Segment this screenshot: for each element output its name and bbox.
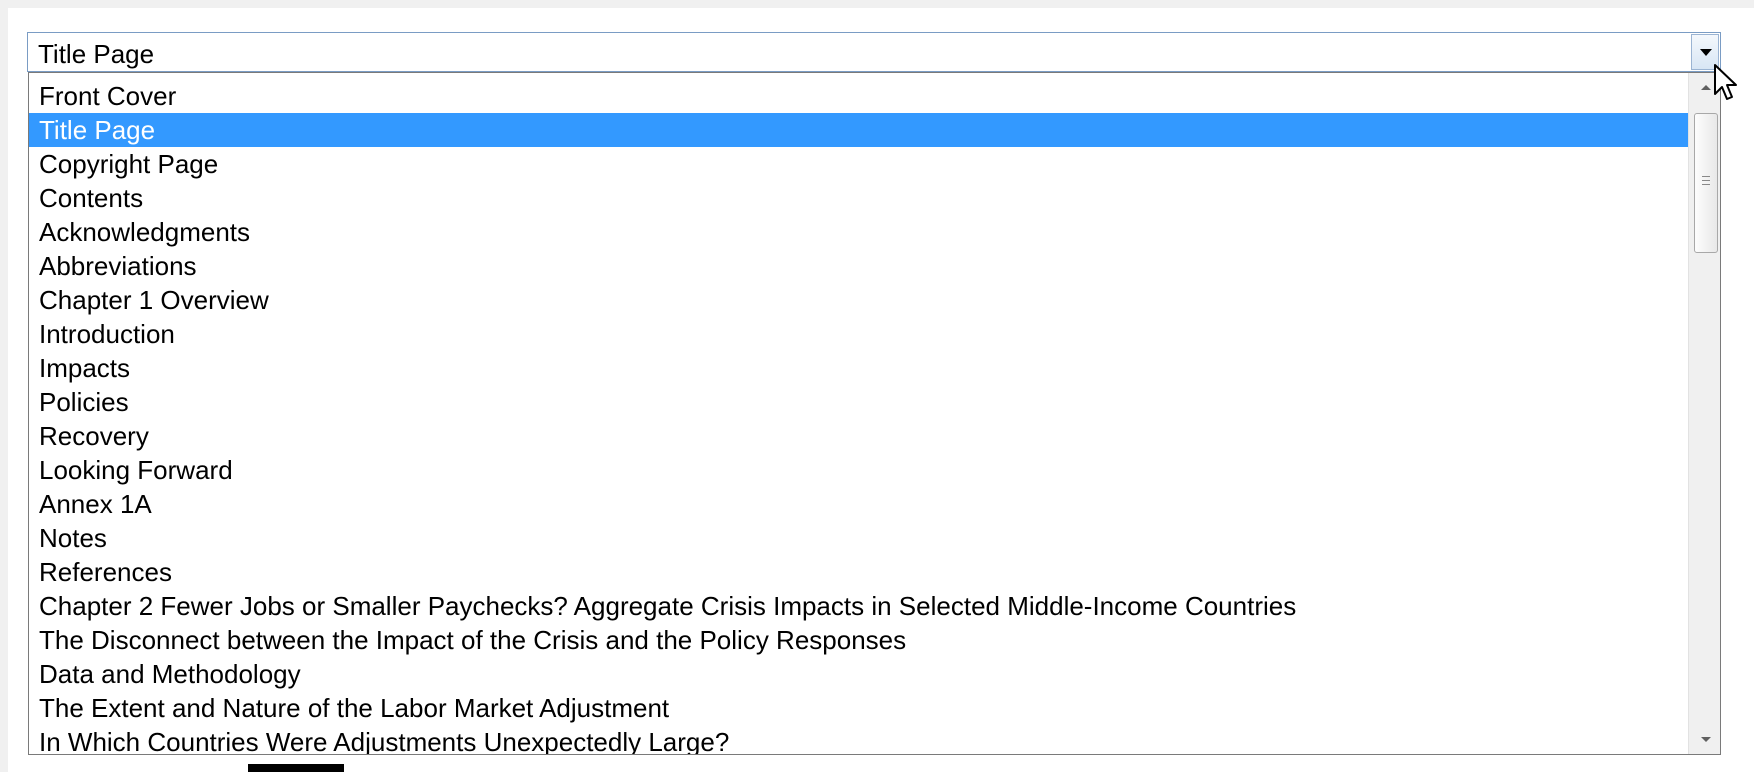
scroll-thumb[interactable] — [1694, 113, 1718, 253]
option-list: Front Cover Title Page Copyright Page Co… — [29, 79, 1690, 754]
option-0[interactable]: Front Cover — [29, 79, 1690, 113]
selected-value: Title Page — [38, 39, 155, 69]
option-6[interactable]: Chapter 1 Overview — [29, 283, 1690, 317]
grip-icon — [1702, 176, 1710, 186]
dropdown-list[interactable]: Front Cover Title Page Copyright Page Co… — [28, 72, 1721, 755]
option-1-selected[interactable]: Title Page — [29, 113, 1690, 147]
option-15[interactable]: Chapter 2 Fewer Jobs or Smaller Paycheck… — [29, 589, 1690, 623]
option-18[interactable]: The Extent and Nature of the Labor Marke… — [29, 691, 1690, 725]
option-14[interactable]: References — [29, 555, 1690, 589]
option-9[interactable]: Policies — [29, 385, 1690, 419]
option-19[interactable]: In Which Countries Were Adjustments Unex… — [29, 725, 1690, 754]
vertical-scrollbar[interactable] — [1688, 73, 1720, 754]
option-3[interactable]: Contents — [29, 181, 1690, 215]
option-10[interactable]: Recovery — [29, 419, 1690, 453]
chevron-down-icon — [1700, 49, 1712, 56]
arrow-up-icon[interactable] — [1701, 85, 1711, 90]
option-11[interactable]: Looking Forward — [29, 453, 1690, 487]
option-12[interactable]: Annex 1A — [29, 487, 1690, 521]
option-4[interactable]: Acknowledgments — [29, 215, 1690, 249]
option-7[interactable]: Introduction — [29, 317, 1690, 351]
option-8[interactable]: Impacts — [29, 351, 1690, 385]
mouse-pointer-icon — [1714, 64, 1737, 100]
option-16[interactable]: The Disconnect between the Impact of the… — [29, 623, 1690, 657]
option-17[interactable]: Data and Methodology — [29, 657, 1690, 691]
option-2[interactable]: Copyright Page — [29, 147, 1690, 181]
section-select[interactable]: Title Page — [27, 32, 1721, 72]
option-13[interactable]: Notes — [29, 521, 1690, 555]
option-5[interactable]: Abbreviations — [29, 249, 1690, 283]
partial-element-below — [248, 764, 344, 772]
arrow-down-icon[interactable] — [1701, 737, 1711, 742]
